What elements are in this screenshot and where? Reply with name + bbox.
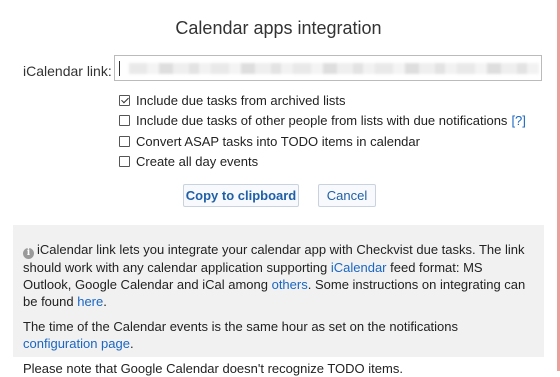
option-archived-lists[interactable]: Include due tasks from archived lists — [119, 90, 526, 110]
others-link[interactable]: others — [272, 277, 308, 292]
here-link[interactable]: here — [77, 294, 103, 309]
configuration-page-link[interactable]: configuration page — [23, 336, 130, 351]
google-note-paragraph: Please note that Google Calendar doesn't… — [23, 361, 403, 376]
cancel-button[interactable]: Cancel — [318, 184, 376, 207]
option-other-people[interactable]: Include due tasks of other people from l… — [119, 111, 526, 131]
time-note-paragraph: The time of the Calendar events is the s… — [23, 319, 459, 351]
info-icon: i — [23, 248, 34, 259]
text-caret — [119, 61, 120, 76]
asap-todo-checkbox[interactable] — [119, 135, 130, 147]
info-paragraph: i iCalendar link lets you integrate your … — [23, 242, 526, 309]
other-people-checkbox[interactable] — [119, 115, 130, 126]
option-asap-todo[interactable]: Convert ASAP tasks into TODO items in ca… — [119, 131, 526, 151]
option-label: Include due tasks from archived lists — [136, 92, 346, 108]
ical-link-field[interactable] — [114, 55, 542, 81]
ical-link-label: iCalendar link: — [23, 63, 112, 79]
options-list: Include due tasks from archived lists In… — [119, 90, 526, 172]
copy-to-clipboard-button[interactable]: Copy to clipboard — [183, 184, 299, 207]
dialog-title: Calendar apps integration — [175, 18, 382, 38]
archived-lists-checkbox[interactable] — [119, 94, 130, 106]
icalendar-link[interactable]: iCalendar — [331, 260, 387, 275]
info-panel: i iCalendar link lets you integrate your … — [13, 225, 544, 376]
help-link[interactable]: [?] — [511, 113, 525, 128]
all-day-checkbox[interactable] — [119, 156, 130, 167]
option-all-day[interactable]: Create all day events — [119, 152, 526, 172]
calendar-integration-dialog: Calendar apps integration iCalendar link… — [0, 0, 557, 376]
option-label: Include due tasks of other people from l… — [136, 113, 508, 128]
obscured-link-value — [129, 63, 539, 74]
option-label: Create all day events — [136, 154, 259, 169]
option-label: Convert ASAP tasks into TODO items in ca… — [136, 133, 420, 149]
